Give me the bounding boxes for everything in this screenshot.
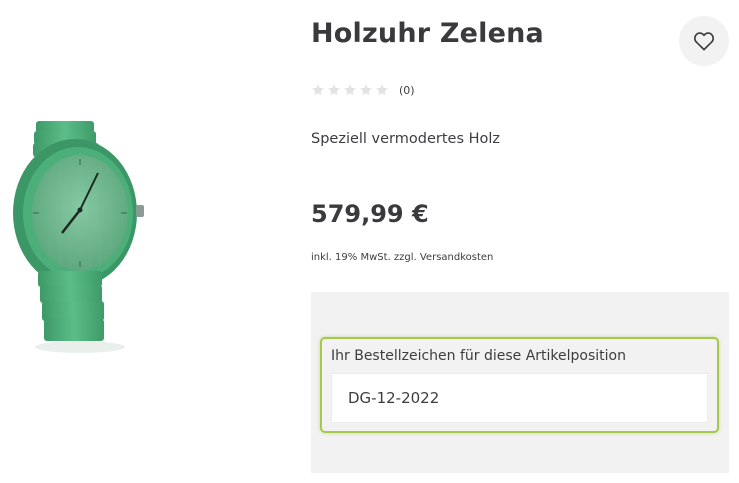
heart-icon <box>693 32 715 51</box>
order-reference-input[interactable]: DG-12-2022 <box>331 373 708 423</box>
star-icon <box>360 84 372 96</box>
tax-shipping-note: inkl. 19% MwSt. zzgl. Versandkosten <box>311 252 494 263</box>
star-icon <box>328 84 340 96</box>
star-icon <box>376 84 388 96</box>
order-reference-label: Ihr Bestellzeichen für diese Artikelposi… <box>331 348 626 364</box>
wishlist-button[interactable] <box>679 16 729 66</box>
star-icon <box>312 84 324 96</box>
product-image[interactable] <box>0 95 215 365</box>
product-rating[interactable]: (0) <box>311 83 415 97</box>
star-icon <box>344 84 356 96</box>
product-title: Holzuhr Zelena <box>311 18 544 49</box>
rating-stars <box>311 83 389 97</box>
review-count[interactable]: (0) <box>399 84 415 97</box>
watch-illustration <box>13 121 144 353</box>
product-description: Speziell vermodertes Holz <box>311 131 501 147</box>
order-reference-field: Ihr Bestellzeichen für diese Artikelposi… <box>320 337 719 433</box>
product-price: 579,99 € <box>311 200 429 228</box>
